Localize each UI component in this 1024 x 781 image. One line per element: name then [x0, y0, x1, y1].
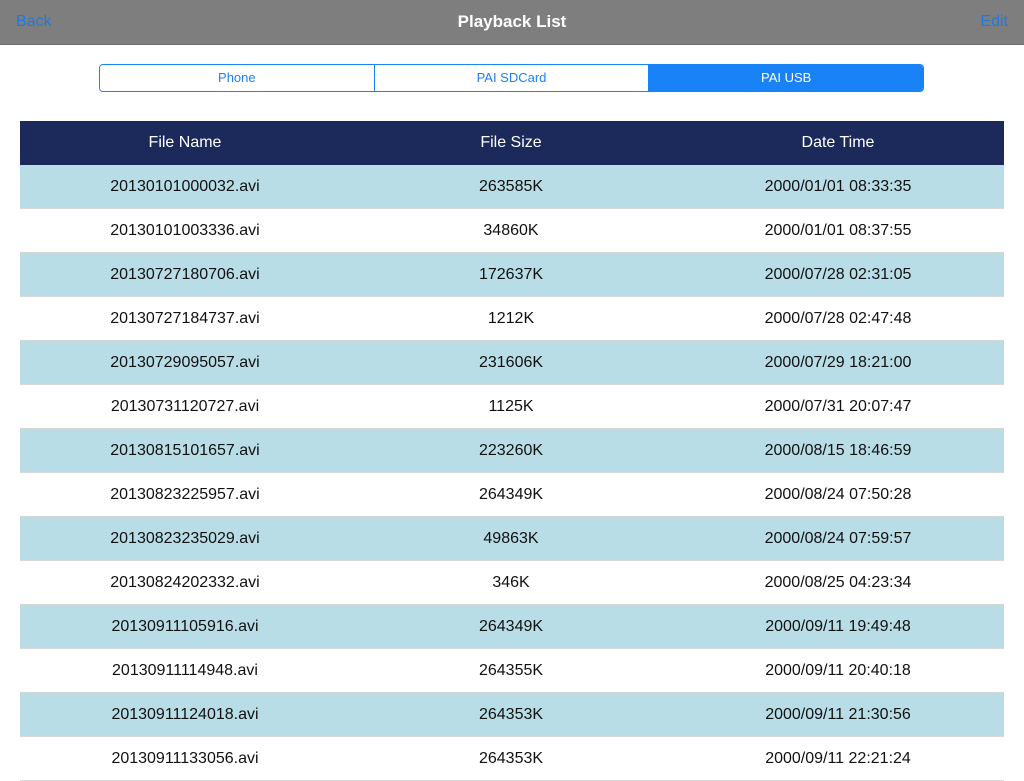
date-time-cell: 2000/09/11 22:21:24 [765, 750, 911, 767]
table-row[interactable]: 20130727184737.avi 1212K 2000/07/28 02:47:… [20, 297, 1004, 341]
table-row[interactable]: 20130815101657.avi 223260K 2000/08/15 18:4… [20, 429, 1004, 473]
file-name-cell: 20130911114948.avi [112, 662, 258, 679]
file-name-cell: 20130911133056.avi [111, 750, 259, 767]
file-size-cell: 172637K [478, 266, 544, 283]
edit-button[interactable]: Edit [980, 0, 1008, 44]
table-row[interactable]: 20130731120727.avi 1125K 2000/07/31 20:07:… [20, 385, 1004, 429]
header-file-size: File Size [480, 134, 542, 151]
file-size-cell: 1125K [488, 398, 534, 415]
table-row[interactable]: 20130101000032.avi 263585K 2000/01/01 08:3… [20, 165, 1004, 209]
date-time-cell: 2000/01/01 08:37:55 [764, 222, 912, 239]
file-size-cell: 1212K [487, 310, 535, 327]
date-time-cell: 2000/09/11 20:40:18 [765, 662, 911, 679]
table-row[interactable]: 20130101003336.avi 34860K 2000/01/01 08:37… [20, 209, 1004, 253]
file-size-cell: 263585K [478, 178, 544, 195]
date-time-cell: 2000/07/28 02:47:48 [764, 310, 912, 327]
segment-pai-usb[interactable]: PAI USB [649, 65, 923, 91]
file-size-cell: 264349K [478, 618, 544, 635]
date-time-cell: 2000/09/11 21:30:56 [765, 706, 911, 723]
file-size-cell: 264353K [478, 706, 544, 723]
file-size-cell: 223260K [478, 442, 544, 459]
playback-file-table: File Name File Size Date Time 2013010100… [20, 121, 1004, 781]
file-size-cell: 264349K [478, 486, 544, 503]
file-name-cell: 20130911124018.avi [111, 706, 259, 723]
segment-phone[interactable]: Phone [100, 65, 375, 91]
date-time-cell: 2000/08/15 18:46:59 [764, 442, 912, 459]
file-name-cell: 20130815101657.avi [110, 442, 260, 459]
page-title: Playback List [457, 12, 567, 31]
file-name-cell: 20130727180706.avi [110, 266, 260, 283]
file-name-cell: 20130727184737.avi [110, 310, 260, 327]
table-row[interactable]: 20130823225957.avi 264349K 2000/08/24 07:5… [20, 473, 1004, 517]
date-time-cell: 2000/07/29 18:21:00 [764, 354, 912, 371]
table-row[interactable]: 20130727180706.avi 172637K 2000/07/28 02:3… [20, 253, 1004, 297]
navigation-bar: Back Playback List Edit [0, 0, 1024, 45]
file-name-cell: 20130101003336.avi [110, 222, 260, 239]
file-name-cell: 20130823235029.avi [110, 530, 260, 547]
file-size-cell: 346K [492, 574, 530, 591]
header-file-name: File Name [148, 134, 222, 151]
table-row[interactable]: 20130911124018.avi 264353K 2000/09/11 21:3… [20, 693, 1004, 737]
table-body: 20130101000032.avi 263585K 2000/01/01 08:3… [20, 165, 1004, 781]
file-size-cell: 231606K [478, 354, 544, 371]
file-size-cell: 264355K [478, 662, 544, 679]
file-size-cell: 264353K [478, 750, 544, 767]
date-time-cell: 2000/08/24 07:50:28 [764, 486, 912, 503]
table-row[interactable]: 20130823235029.avi 49863K 2000/08/24 07:59… [20, 517, 1004, 561]
date-time-cell: 2000/08/24 07:59:57 [764, 530, 912, 547]
date-time-cell: 2000/08/25 04:23:34 [764, 574, 912, 591]
table-row[interactable]: 20130911114948.avi 264355K 2000/09/11 20:4… [20, 649, 1004, 693]
date-time-cell: 2000/01/01 08:33:35 [764, 178, 912, 195]
file-name-cell: 20130101000032.avi [110, 178, 260, 195]
date-time-cell: 2000/09/11 19:49:48 [765, 618, 911, 635]
table-row[interactable]: 20130911133056.avi 264353K 2000/09/11 22:2… [20, 737, 1004, 781]
file-size-cell: 49863K [483, 530, 539, 547]
file-name-cell: 20130731120727.avi [110, 398, 260, 415]
file-name-cell: 20130911105916.avi [111, 618, 259, 635]
file-size-cell: 34860K [483, 222, 539, 239]
table-row[interactable]: 20130729095057.avi 231606K 2000/07/29 18:2… [20, 341, 1004, 385]
segment-pai-sdcard[interactable]: PAI SDCard [374, 65, 650, 91]
file-name-cell: 20130823225957.avi [110, 486, 260, 503]
storage-segmented-control: Phone PAI SDCard PAI USB [99, 64, 924, 92]
table-row[interactable]: 20130911105916.avi 264349K 2000/09/11 19:4… [20, 605, 1004, 649]
file-name-cell: 20130729095057.avi [110, 354, 260, 371]
date-time-cell: 2000/07/31 20:07:47 [764, 398, 912, 415]
table-header: File Name File Size Date Time [20, 121, 1004, 165]
table-row[interactable]: 20130824202332.avi 346K 2000/08/25 04:23:3… [20, 561, 1004, 605]
file-name-cell: 20130824202332.avi [110, 574, 260, 591]
date-time-cell: 2000/07/28 02:31:05 [764, 266, 912, 283]
header-date-time: Date Time [801, 134, 875, 151]
